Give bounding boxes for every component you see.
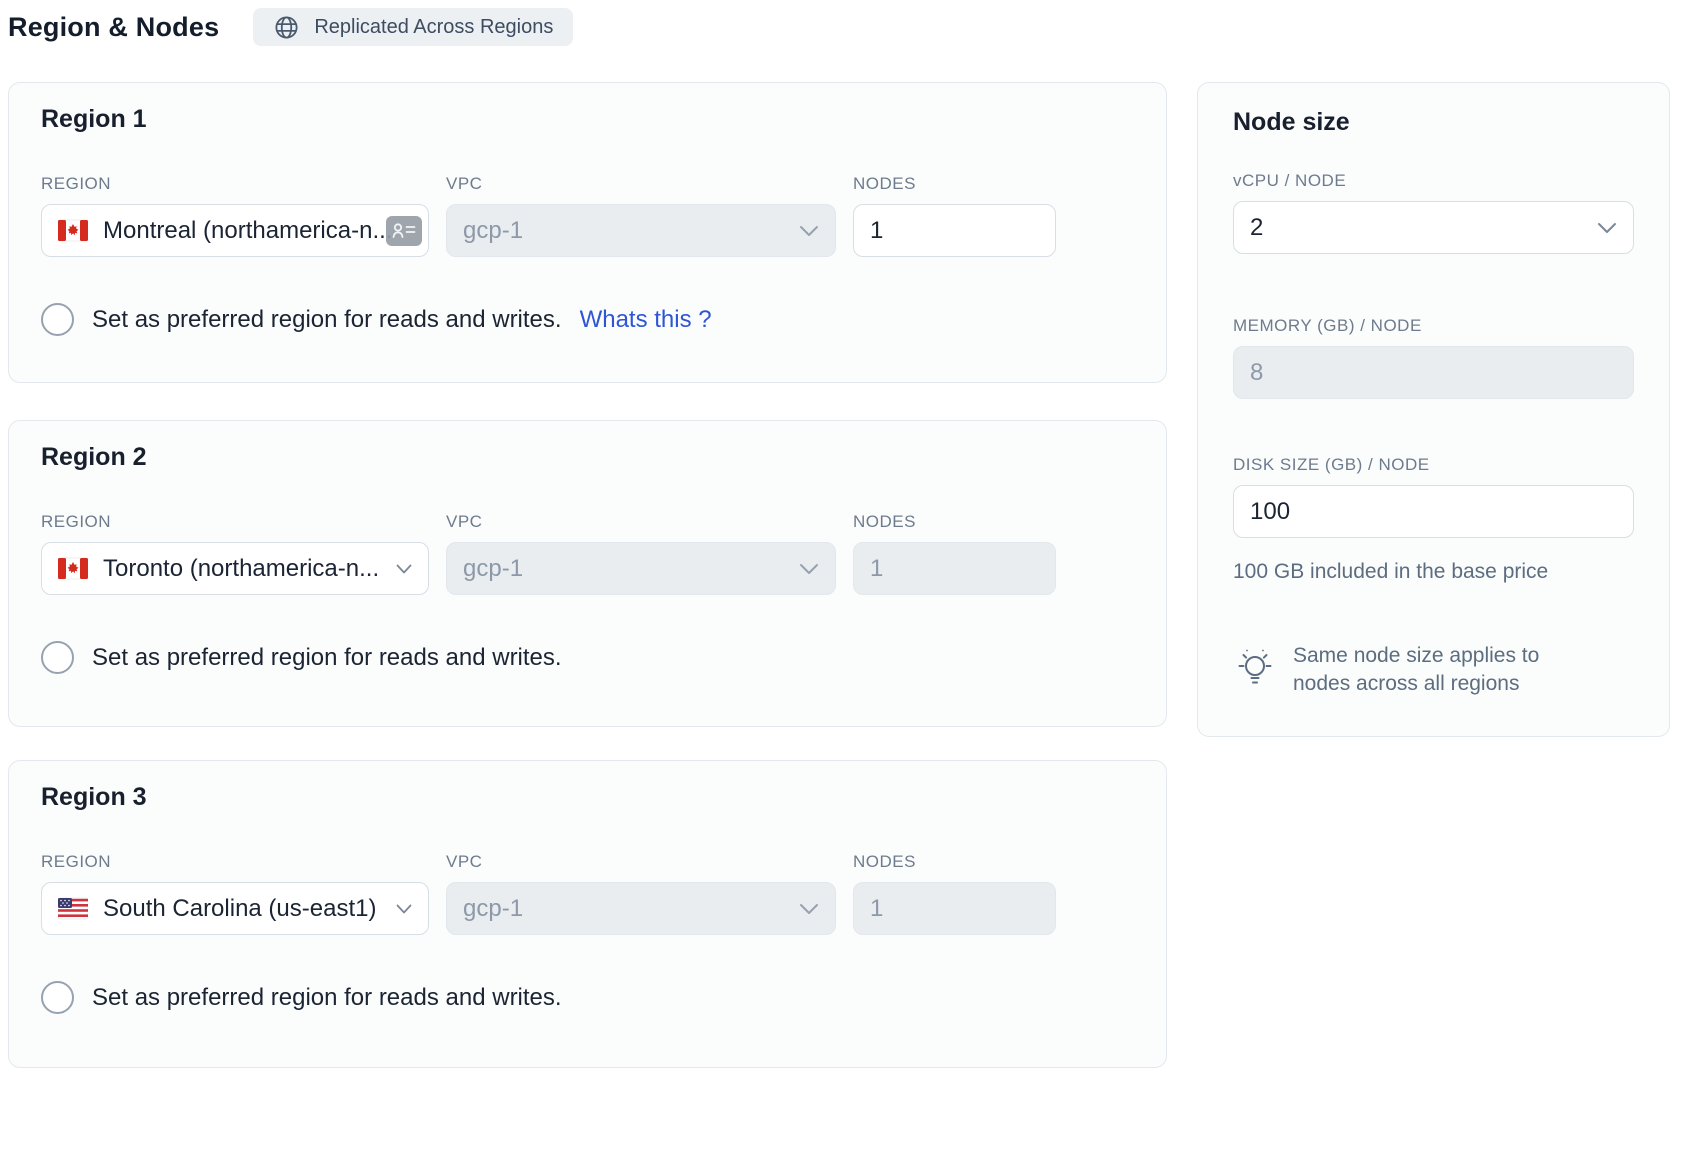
region-2-vpc-value: gcp-1 [463, 555, 523, 583]
region-2-preferred-radio[interactable] [41, 641, 74, 674]
region-2-region-select[interactable]: Toronto (northamerica-n... [41, 542, 429, 595]
node-size-card: Node size vCPU / NODE 2 MEMORY (GB) / NO… [1197, 82, 1670, 737]
us-flag-icon [58, 897, 88, 920]
region-1-region-value: Montreal (northamerica-n... [103, 217, 392, 245]
disk-size-note: 100 GB included in the base price [1233, 560, 1634, 584]
nodes-label: NODES [853, 852, 1056, 872]
chevron-down-icon [791, 563, 819, 575]
region-2-nodes-input [853, 542, 1056, 595]
node-size-heading: Node size [1233, 108, 1634, 137]
vpc-label: VPC [446, 174, 836, 194]
page-title: Region & Nodes [8, 12, 219, 43]
region-2-region-value: Toronto (northamerica-n... [103, 555, 379, 583]
region-3-vpc-value: gcp-1 [463, 895, 523, 923]
chevron-down-icon [791, 225, 819, 237]
lightbulb-icon [1233, 644, 1277, 690]
region-3-preferred-radio[interactable] [41, 981, 74, 1014]
chevron-down-icon [791, 903, 819, 915]
node-size-hint: Same node size applies to nodes across a… [1293, 642, 1573, 698]
region-2-vpc-select: gcp-1 [446, 542, 836, 595]
chevron-down-icon [388, 564, 412, 574]
region-1-card: Region 1 REGION Montreal (northamerica-n… [8, 82, 1167, 383]
canada-flag-icon [58, 557, 88, 580]
region-3-vpc-select: gcp-1 [446, 882, 836, 935]
region-3-region-select[interactable]: South Carolina (us-east1) [41, 882, 429, 935]
vpc-label: VPC [446, 852, 836, 872]
region-label: REGION [41, 512, 429, 532]
region-2-heading: Region 2 [41, 443, 1134, 472]
vcpu-select[interactable]: 2 [1233, 201, 1634, 254]
region-3-card: Region 3 REGION [8, 760, 1167, 1068]
region-1-vpc-value: gcp-1 [463, 217, 523, 245]
disk-size-input[interactable] [1233, 485, 1634, 538]
chevron-down-icon [388, 904, 412, 914]
region-3-heading: Region 3 [41, 783, 1134, 812]
vcpu-label: vCPU / NODE [1233, 171, 1634, 191]
chevron-down-icon [1589, 222, 1617, 234]
region-3-nodes-input [853, 882, 1056, 935]
whats-this-link[interactable]: Whats this ? [580, 306, 712, 334]
region-1-preferred-radio[interactable] [41, 303, 74, 336]
memory-label: MEMORY (GB) / NODE [1233, 316, 1634, 336]
region-3-region-value: South Carolina (us-east1) [103, 895, 376, 923]
canada-flag-icon [58, 219, 88, 242]
region-2-preferred-label: Set as preferred region for reads and wr… [92, 644, 562, 672]
vpc-label: VPC [446, 512, 836, 532]
region-1-nodes-input[interactable] [853, 204, 1056, 257]
region-label: REGION [41, 852, 429, 872]
region-label: REGION [41, 174, 429, 194]
vcpu-value: 2 [1250, 214, 1263, 242]
replication-badge-label: Replicated Across Regions [314, 16, 553, 39]
replication-badge: Replicated Across Regions [253, 8, 573, 46]
region-2-card: Region 2 REGION Toronto (northamerica-n.… [8, 420, 1167, 727]
nodes-label: NODES [853, 512, 1056, 532]
region-1-region-select[interactable]: Montreal (northamerica-n... [41, 204, 429, 257]
region-3-preferred-label: Set as preferred region for reads and wr… [92, 984, 562, 1012]
region-1-vpc-select: gcp-1 [446, 204, 836, 257]
disk-size-label: DISK SIZE (GB) / NODE [1233, 455, 1634, 475]
cursor-artifact-icon [386, 216, 422, 246]
globe-icon [273, 14, 300, 41]
region-1-preferred-label: Set as preferred region for reads and wr… [92, 306, 562, 334]
page-header: Region & Nodes Replicated Across Regions [8, 8, 573, 46]
region-1-heading: Region 1 [41, 105, 1134, 134]
nodes-label: NODES [853, 174, 1056, 194]
memory-input [1233, 346, 1634, 399]
